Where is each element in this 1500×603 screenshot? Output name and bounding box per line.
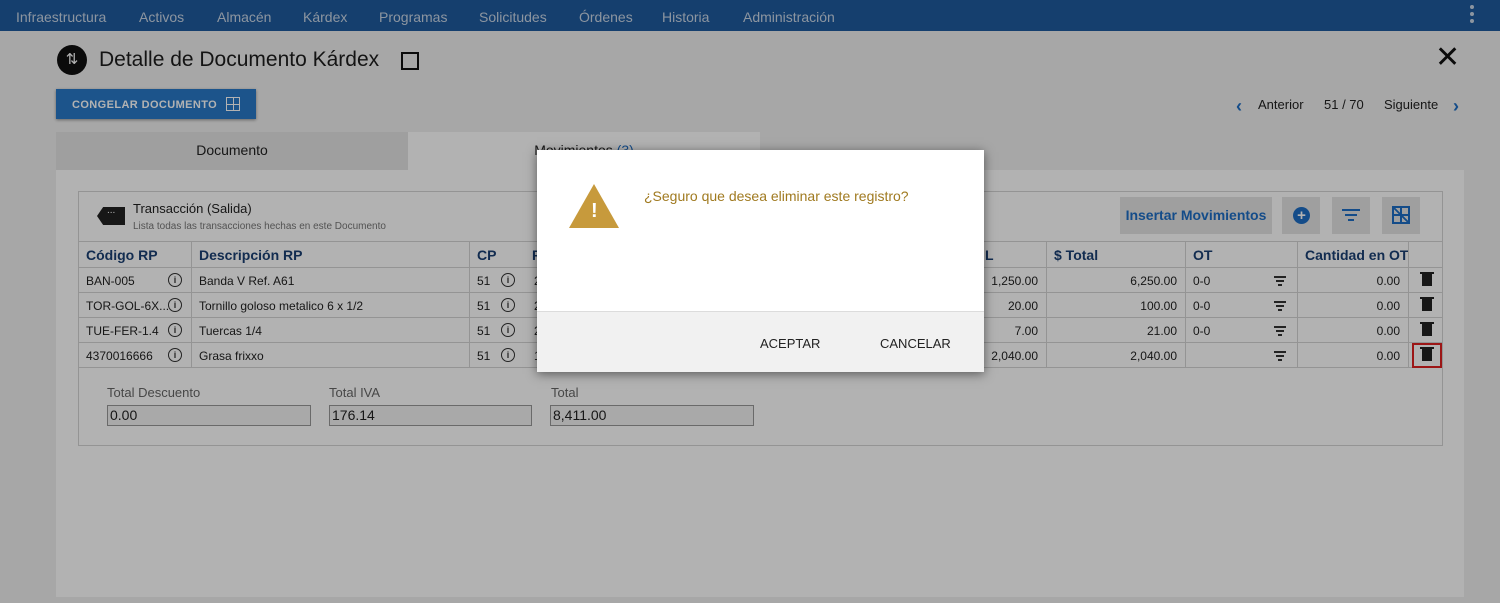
confirm-delete-dialog: ! ¿Seguro que desea eliminar este regist… — [537, 150, 984, 372]
accept-button[interactable]: ACEPTAR — [760, 336, 820, 351]
dialog-footer: ACEPTAR CANCELAR — [537, 311, 984, 372]
dialog-message: ¿Seguro que desea eliminar este registro… — [644, 188, 909, 204]
warning-icon: ! — [569, 184, 619, 228]
cancel-button[interactable]: CANCELAR — [880, 336, 951, 351]
